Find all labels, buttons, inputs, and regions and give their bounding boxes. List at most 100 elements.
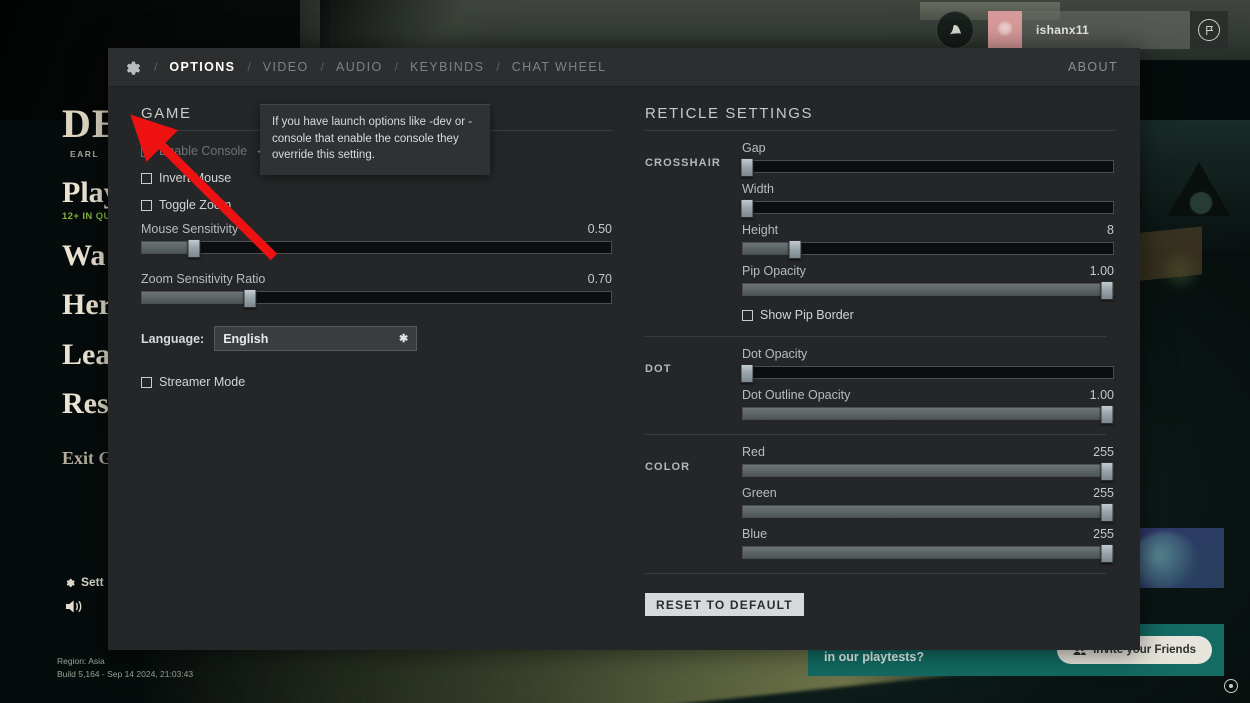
gear-icon xyxy=(126,61,140,75)
slider-knob[interactable] xyxy=(187,239,201,258)
background-triangle-eye xyxy=(1188,190,1214,216)
checkbox-show-pip-border[interactable]: Show Pip Border xyxy=(742,308,1114,322)
checkbox-toggle-zoom[interactable]: Toggle Zoom xyxy=(141,198,638,212)
checkbox-label: Show Pip Border xyxy=(760,308,854,322)
slider-fill xyxy=(142,292,250,303)
slider-value: 0.50 xyxy=(587,222,612,236)
slider-knob[interactable] xyxy=(243,289,257,308)
language-select[interactable]: English ✱ xyxy=(214,326,418,351)
group-crosshair: CROSSHAIR Gap Width Height 8 Pip Opacity… xyxy=(645,131,1114,337)
slider-knob[interactable] xyxy=(1100,462,1114,481)
checkbox-box-icon xyxy=(141,172,152,184)
slider-track[interactable] xyxy=(742,405,1114,424)
screen: ishanx11 DE EARL Play 12+ IN QU Wa Her L… xyxy=(0,0,1250,703)
checkbox-box-icon xyxy=(141,199,152,211)
group-color: COLOR Red 255 Green 255 Blue 255 xyxy=(645,435,1114,574)
tab-about[interactable]: ABOUT xyxy=(1068,60,1118,74)
slider-value: 0.70 xyxy=(587,272,612,286)
slider-dot-opacity[interactable]: Dot Opacity xyxy=(740,347,1114,383)
build-text: Build 5,164 - Sep 14 2024, 21:03:43 xyxy=(57,668,194,679)
slider-track[interactable] xyxy=(740,199,1114,218)
checkbox-label: Streamer Mode xyxy=(159,375,246,389)
game-settings-column: GAME Enable Console ◀ Invert Mouse Toggl… xyxy=(108,105,638,650)
tab-keybinds[interactable]: KEYBINDS xyxy=(398,60,496,74)
slider-track[interactable] xyxy=(740,364,1114,383)
group-label: COLOR xyxy=(645,461,691,473)
checkbox-streamer-mode[interactable]: Streamer Mode xyxy=(141,375,638,389)
slider-dot-outline-opacity[interactable]: Dot Outline Opacity 1.00 xyxy=(742,388,1114,424)
slider-label: Blue xyxy=(742,527,768,541)
dialog-header: / OPTIONS / VIDEO / AUDIO / KEYBINDS / C… xyxy=(108,48,1140,87)
tab-video[interactable]: VIDEO xyxy=(251,60,321,74)
slider-knob[interactable] xyxy=(1100,281,1114,300)
slider-fill xyxy=(743,284,1110,295)
slider-track[interactable] xyxy=(141,289,612,308)
slider-zoom-sensitivity-ratio[interactable]: Zoom Sensitivity Ratio 0.70 xyxy=(141,272,612,308)
slider-pip-opacity[interactable]: Pip Opacity 1.00 xyxy=(742,264,1114,300)
slider-gap[interactable]: Gap xyxy=(740,141,1114,177)
checkbox-label: Invert Mouse xyxy=(159,171,232,185)
slider-knob[interactable] xyxy=(788,240,802,259)
slider-track[interactable] xyxy=(740,158,1114,177)
slider-track[interactable] xyxy=(742,544,1114,563)
playtest-promo-text: in our playtests? xyxy=(824,650,925,664)
slider-value: 255 xyxy=(1093,527,1114,541)
slider-green[interactable]: Green 255 xyxy=(742,486,1114,522)
volume-button[interactable] xyxy=(64,598,85,620)
slider-track[interactable] xyxy=(141,239,612,258)
slider-fill xyxy=(743,547,1110,558)
language-value: English xyxy=(223,331,269,346)
avatar xyxy=(988,11,1022,49)
slider-mouse-sensitivity[interactable]: Mouse Sensitivity 0.50 xyxy=(141,222,612,258)
slider-height[interactable]: Height 8 xyxy=(742,223,1114,259)
reticle-section-title: RETICLE SETTINGS xyxy=(645,105,1115,131)
checkbox-box-icon xyxy=(141,376,152,388)
checkbox-label: Toggle Zoom xyxy=(159,198,232,212)
tab-audio[interactable]: AUDIO xyxy=(324,60,395,74)
slider-red[interactable]: Red 255 xyxy=(742,445,1114,481)
build-info: Region: Asia Build 5,164 - Sep 14 2024, … xyxy=(57,655,193,681)
slider-knob[interactable] xyxy=(1100,544,1114,563)
tab-chat-wheel[interactable]: CHAT WHEEL xyxy=(500,60,619,74)
slider-knob[interactable] xyxy=(740,158,754,177)
slider-blue[interactable]: Blue 255 xyxy=(742,527,1114,563)
slider-value: 1.00 xyxy=(1089,388,1114,402)
corner-indicator-icon[interactable] xyxy=(1224,679,1238,693)
slider-label: Dot Opacity xyxy=(742,347,808,361)
menu-settings-label: Sett xyxy=(81,575,104,589)
slider-value: 8 xyxy=(1107,223,1114,237)
reset-to-default-button[interactable]: RESET TO DEFAULT xyxy=(645,593,804,616)
slider-track[interactable] xyxy=(742,503,1114,522)
slider-track[interactable] xyxy=(742,281,1114,300)
slider-label: Zoom Sensitivity Ratio xyxy=(141,272,266,286)
slider-label: Green xyxy=(742,486,777,500)
slider-knob[interactable] xyxy=(740,364,754,383)
menu-item-settings[interactable]: Sett xyxy=(64,575,104,589)
slider-fill xyxy=(743,408,1110,419)
reticle-settings-column: RETICLE SETTINGS CROSSHAIR Gap Width Hei… xyxy=(638,105,1136,650)
slider-knob[interactable] xyxy=(1100,503,1114,522)
slider-knob[interactable] xyxy=(740,199,754,218)
console-tooltip: If you have launch options like -dev or … xyxy=(260,104,490,176)
slider-width[interactable]: Width xyxy=(740,182,1114,218)
topbar: ishanx11 xyxy=(936,11,1228,49)
slider-value: 1.00 xyxy=(1089,264,1114,278)
region-text: Region: Asia xyxy=(57,655,105,666)
checkbox-box-icon xyxy=(742,309,753,321)
language-row: Language: English ✱ xyxy=(141,326,638,351)
hat-button[interactable] xyxy=(936,11,974,49)
profile-pill[interactable]: ishanx11 xyxy=(988,11,1228,49)
dialog-gear-button[interactable] xyxy=(108,58,154,77)
flag-button[interactable] xyxy=(1190,11,1228,49)
slider-label: Mouse Sensitivity xyxy=(141,222,239,236)
background-board xyxy=(1132,226,1202,282)
slider-value: 255 xyxy=(1093,445,1114,459)
tab-options[interactable]: OPTIONS xyxy=(157,60,247,74)
checkbox-box-icon xyxy=(141,145,152,157)
slider-track[interactable] xyxy=(742,462,1114,481)
slider-label: Dot Outline Opacity xyxy=(742,388,851,402)
slider-label: Gap xyxy=(742,141,766,155)
slider-track[interactable] xyxy=(742,240,1114,259)
dialog-tabs: / OPTIONS / VIDEO / AUDIO / KEYBINDS / C… xyxy=(154,60,619,74)
slider-knob[interactable] xyxy=(1100,405,1114,424)
